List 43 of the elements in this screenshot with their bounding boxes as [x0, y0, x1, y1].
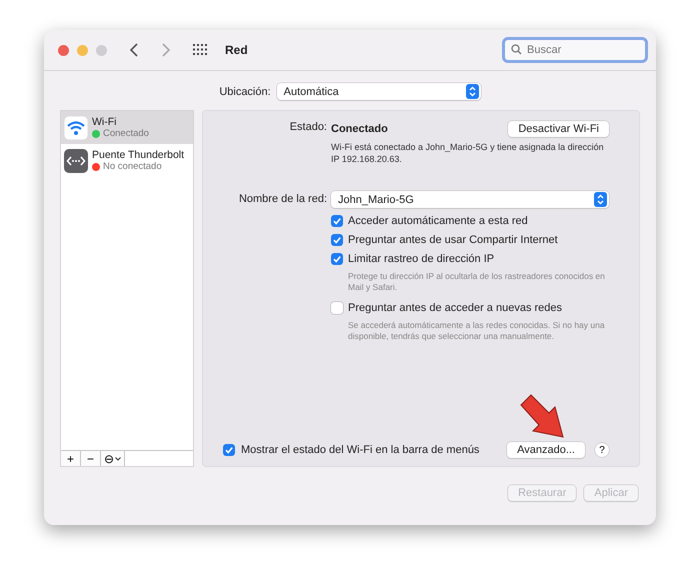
help-button[interactable]: ? [595, 443, 609, 457]
checkbox[interactable] [331, 214, 343, 226]
disable-wifi-button[interactable]: Desactivar Wi-Fi [508, 121, 609, 137]
chevron-icon [115, 456, 121, 460]
network-dropdown[interactable]: John_Mario-5G [331, 191, 609, 208]
status-label: Estado: [288, 121, 327, 135]
option-note: Se accederá automáticamente a las redes conocidas. Si no hay una disponible, tendrás que seleccionar una manualmente. [347, 319, 606, 343]
stepper-icon[interactable] [594, 192, 607, 207]
stepper-icon[interactable] [466, 84, 479, 99]
service-name: Puente Thunderbolt [92, 149, 184, 161]
wifi-icon [64, 116, 88, 140]
close-button[interactable] [58, 44, 69, 56]
location-label: Ubicación: [219, 86, 271, 98]
location-dropdown[interactable]: Automática [276, 83, 481, 100]
checkbox[interactable] [331, 252, 343, 264]
search-field[interactable]: Buscar [502, 37, 648, 63]
network-label: Nombre de la red: [238, 192, 327, 207]
window-title: Red [225, 43, 249, 57]
action-menu-button[interactable]: ⊖ [101, 451, 125, 466]
service-status: Conectado [103, 128, 149, 139]
status-value: Conectado [331, 123, 388, 135]
service-item[interactable]: Wi-Fi Conectado [61, 111, 193, 144]
connection-icon [64, 148, 88, 172]
search-icon [511, 44, 522, 55]
option-label: Mostrar el estado del Wi-Fi en la barra de menús [241, 444, 480, 456]
option-label: Limitar rastreo de dirección IP [348, 252, 494, 264]
back-icon[interactable] [129, 43, 139, 57]
status-description: Wi-Fi está conectado a John_Mario-5G y tiene asignada la dirección IP 192.168.20.63. [331, 141, 605, 165]
checkbox[interactable] [223, 444, 235, 456]
add-button[interactable]: + [61, 451, 81, 466]
option-label: Acceder automáticamente a esta red [348, 214, 528, 226]
remove-button[interactable]: − [81, 451, 101, 466]
service-item[interactable]: Puente Thunderbolt No conectado [61, 144, 193, 177]
advanced-button[interactable]: Avanzado... [507, 442, 585, 458]
checkbox[interactable] [331, 234, 343, 246]
option-note: Protege tu dirección IP al ocultarla de los rastreadores conocidos en Mail y Safari. [347, 270, 606, 294]
forward-icon[interactable] [161, 43, 171, 57]
checkbox[interactable] [331, 302, 343, 314]
service-status: No conectado [103, 161, 162, 172]
option-label: Preguntar antes de usar Compartir Internet [348, 234, 558, 246]
service-name: Wi-Fi [92, 116, 118, 128]
option-label: Preguntar antes de acceder a nuevas redes [348, 302, 562, 314]
grid-icon[interactable] [193, 44, 207, 56]
